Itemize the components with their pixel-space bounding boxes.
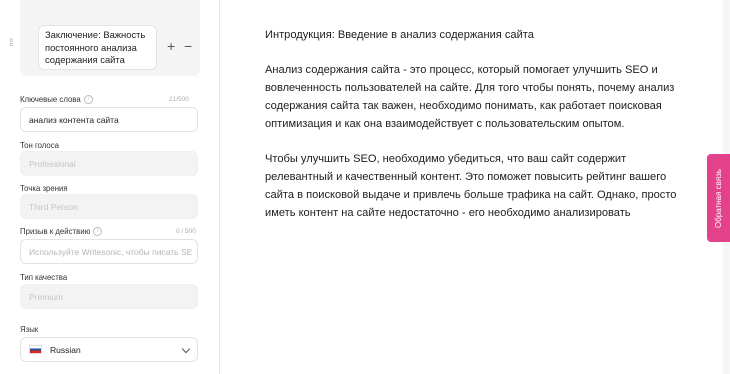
outline-item-conclusion[interactable]: Заключение: Важность постоянного анализа… xyxy=(38,25,157,70)
point-of-view-select[interactable]: Third Person xyxy=(20,194,198,219)
add-outline-item-button[interactable]: + xyxy=(167,38,175,54)
cta-label: Призыв к действию i xyxy=(20,227,103,237)
quality-select[interactable]: Premium xyxy=(20,284,198,309)
quality-label: Тип качества xyxy=(20,273,68,282)
keywords-input[interactable]: анализ контента сайта xyxy=(20,107,198,132)
feedback-tab-label: Обратная связь xyxy=(714,168,723,228)
settings-sidebar: ⁞⁞ Заключение: Важность постоянного анал… xyxy=(0,0,220,374)
tone-label: Тон голоса xyxy=(20,141,60,150)
chevron-down-icon xyxy=(181,344,191,354)
cta-label-text: Призыв к действию xyxy=(20,227,91,236)
info-icon[interactable]: i xyxy=(83,95,93,105)
language-select[interactable]: Russian xyxy=(20,337,198,362)
paragraph-1: Анализ содержания сайта - это процесс, к… xyxy=(265,64,675,130)
remove-outline-item-button[interactable]: − xyxy=(184,38,192,54)
point-of-view-label: Точка зрения xyxy=(20,184,68,193)
language-label: Язык xyxy=(20,325,39,334)
paragraph-2: Чтобы улучшить SEO, необходимо убедиться… xyxy=(265,153,677,219)
section-heading: Интродукция: Введение в анализ содержани… xyxy=(265,29,534,41)
cta-counter: 0 / 500 xyxy=(176,228,196,235)
info-icon[interactable]: i xyxy=(93,227,103,237)
language-value: Russian xyxy=(50,344,81,355)
cta-input[interactable]: Используйте Writesonic, чтобы писать SE xyxy=(20,239,198,264)
russia-flag-icon xyxy=(29,345,42,354)
drag-handle-icon[interactable]: ⁞⁞ xyxy=(9,39,17,49)
tone-select[interactable]: Professional xyxy=(20,151,198,176)
feedback-tab[interactable]: Обратная связь xyxy=(707,154,730,242)
keywords-counter: 21/500 xyxy=(169,96,189,103)
document-editor[interactable]: Интродукция: Введение в анализ содержани… xyxy=(265,26,685,239)
keywords-label-text: Ключевые слова xyxy=(20,95,81,104)
keywords-label: Ключевые слова i xyxy=(20,95,93,105)
